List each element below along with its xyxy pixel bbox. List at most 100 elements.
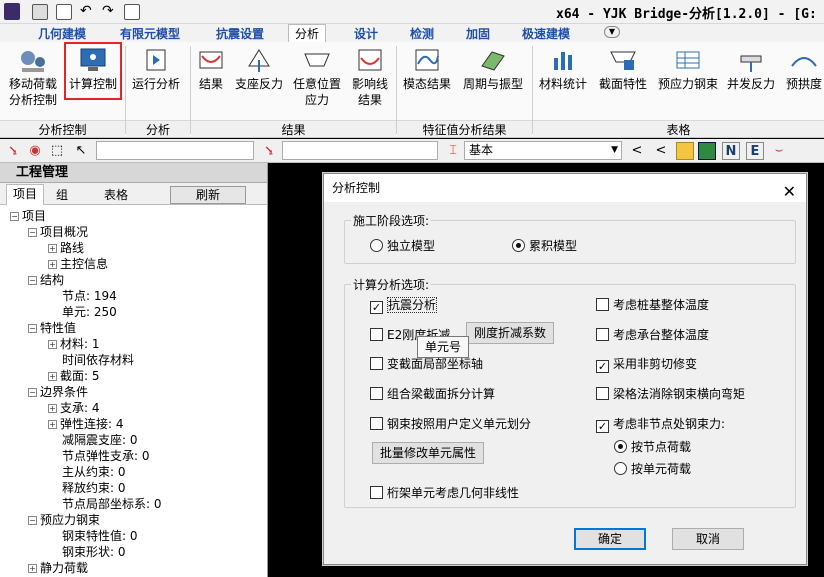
- tab-design[interactable]: 设计: [354, 25, 378, 42]
- node-number-icon[interactable]: N: [722, 142, 740, 160]
- collapse-icon[interactable]: −: [28, 388, 37, 397]
- close-icon[interactable]: ✕: [783, 178, 796, 206]
- tab-fem-model[interactable]: 有限元模型: [120, 25, 180, 42]
- tree-item[interactable]: − 边界条件: [28, 384, 88, 400]
- expand-icon[interactable]: +: [48, 244, 57, 253]
- variable-section-axis-checkbox[interactable]: 变截面局部坐标轴: [370, 356, 483, 372]
- node-load-radio[interactable]: 按节点荷载: [614, 439, 691, 455]
- tree-item[interactable]: + 静力荷载: [28, 560, 88, 576]
- tab-geometry[interactable]: 几何建模: [38, 25, 86, 42]
- tree-item[interactable]: 节点局部坐标系: 0: [62, 496, 162, 512]
- tree-item[interactable]: + 弹性连接: 4: [48, 416, 124, 432]
- moving-load-control-button[interactable]: 移动荷载分析控制: [4, 44, 62, 114]
- node-select-icon[interactable]: ⭸: [4, 142, 22, 160]
- tab-quick-model[interactable]: 极速建模: [522, 25, 570, 42]
- tree-item[interactable]: 释放约束: 0: [62, 480, 126, 496]
- period-mode-button[interactable]: 周期与振型: [460, 44, 526, 114]
- element-load-radio[interactable]: 按单元荷载: [614, 461, 691, 477]
- tree-item[interactable]: − 预应力钢束: [28, 512, 100, 528]
- redo-icon[interactable]: ↷: [102, 4, 118, 20]
- snap-node-icon[interactable]: ⭸: [260, 142, 278, 160]
- non-shear-checkbox[interactable]: ✓ 采用非剪切修变: [596, 356, 697, 373]
- window-select-icon[interactable]: ⬚: [48, 142, 66, 160]
- truss-nonlinear-checkbox[interactable]: 桁架单元考虑几何非线性: [370, 485, 519, 501]
- close-doc-icon[interactable]: [124, 4, 140, 20]
- material-stats-button[interactable]: 材料统计: [536, 44, 590, 114]
- independent-model-radio[interactable]: 独立模型: [370, 238, 435, 254]
- tree-item[interactable]: 钢束特性值: 0: [62, 528, 138, 544]
- pointer-icon[interactable]: ↖: [72, 142, 90, 160]
- collapse-icon[interactable]: −: [28, 516, 37, 525]
- tab-table[interactable]: 表格: [104, 186, 128, 203]
- tree-item[interactable]: + 截面: 5: [48, 368, 100, 384]
- deform-icon[interactable]: ⌣: [770, 142, 788, 160]
- tree-item[interactable]: + 支承: 4: [48, 400, 100, 416]
- nav-prev-2[interactable]: <: [652, 142, 670, 160]
- snap-input[interactable]: [282, 141, 438, 160]
- tree-item[interactable]: + 材料: 1: [48, 336, 100, 352]
- save-icon[interactable]: [32, 4, 48, 20]
- cap-temperature-checkbox[interactable]: 考虑承台整体温度: [596, 327, 709, 343]
- tab-reinforce[interactable]: 加固: [466, 25, 490, 42]
- collapse-icon[interactable]: −: [28, 276, 37, 285]
- collapse-icon[interactable]: −: [10, 212, 19, 221]
- tree-item[interactable]: + 主控信息: [48, 256, 108, 272]
- element-number-icon[interactable]: E: [746, 142, 764, 160]
- arbitrary-stress-button[interactable]: 任意位置应力: [290, 44, 344, 114]
- section-property-button[interactable]: 截面特性: [594, 44, 652, 114]
- tab-seismic[interactable]: 抗震设置: [216, 25, 264, 42]
- run-analysis-button[interactable]: 运行分析: [128, 44, 184, 114]
- results-button[interactable]: 结果: [194, 44, 228, 114]
- expand-icon[interactable]: +: [48, 372, 57, 381]
- tree-item[interactable]: 节点弹性支承: 0: [62, 448, 150, 464]
- cumulative-model-radio[interactable]: 累积模型: [512, 238, 577, 254]
- element-select-icon[interactable]: ◉: [26, 142, 44, 160]
- tree-item[interactable]: 主从约束: 0: [62, 464, 126, 480]
- concurrent-reaction-button[interactable]: 并发反力: [724, 44, 778, 114]
- dropdown-arrow-icon[interactable]: ▼: [604, 26, 620, 38]
- influence-line-button[interactable]: 影响线结果: [348, 44, 392, 114]
- prestress-tendon-button[interactable]: 预应力钢束: [656, 44, 720, 114]
- expand-icon[interactable]: +: [48, 260, 57, 269]
- tree-item[interactable]: − 项目: [10, 208, 46, 224]
- support-reaction-button[interactable]: 支座反力: [232, 44, 286, 114]
- tree-item[interactable]: 时间依存材料: [62, 352, 134, 368]
- expand-icon[interactable]: +: [28, 564, 37, 573]
- grillage-moment-checkbox[interactable]: 梁格法消除钢束横向弯矩: [596, 386, 745, 402]
- ok-button[interactable]: 确定: [574, 528, 646, 550]
- tree-item[interactable]: − 特性值: [28, 320, 76, 336]
- expand-icon[interactable]: +: [48, 404, 57, 413]
- batch-modify-button[interactable]: 批量修改单元属性: [372, 442, 484, 464]
- non-node-tendon-checkbox[interactable]: ✓ 考虑非节点处钢束力:: [596, 416, 725, 433]
- stiffness-reduction-button[interactable]: 刚度折减系数: [466, 322, 554, 344]
- tree-item[interactable]: − 结构: [28, 272, 64, 288]
- seismic-analysis-checkbox[interactable]: ✓ 抗震分析: [370, 297, 438, 314]
- pile-temperature-checkbox[interactable]: 考虑桩基整体温度: [596, 297, 709, 313]
- tab-group[interactable]: 组: [56, 186, 68, 203]
- collapse-icon[interactable]: −: [28, 324, 37, 333]
- save-as-icon[interactable]: [56, 4, 72, 20]
- refresh-button[interactable]: 刷新: [170, 186, 246, 204]
- expand-icon[interactable]: +: [48, 420, 57, 429]
- display-icon[interactable]: [698, 142, 716, 160]
- camber-button[interactable]: 预拱度: [782, 44, 824, 114]
- tree-item[interactable]: 减隔震支座: 0: [62, 432, 138, 448]
- modal-results-button[interactable]: 模态结果: [400, 44, 454, 114]
- tree-item[interactable]: 单元: 250: [62, 304, 117, 320]
- tendon-user-division-checkbox[interactable]: 钢束按照用户定义单元划分: [370, 416, 531, 432]
- tab-analysis[interactable]: 分析: [288, 24, 327, 42]
- calc-control-button[interactable]: 计算控制: [64, 42, 122, 100]
- load-case-combo[interactable]: 基本 ▼: [464, 141, 622, 160]
- composite-section-checkbox[interactable]: 组合梁截面拆分计算: [370, 386, 495, 402]
- expand-icon[interactable]: +: [48, 340, 57, 349]
- tree-item[interactable]: − 项目概况: [28, 224, 88, 240]
- cancel-button[interactable]: 取消: [672, 528, 744, 550]
- collapse-icon[interactable]: −: [28, 228, 37, 237]
- box-view-icon[interactable]: [676, 142, 694, 160]
- undo-icon[interactable]: ↶: [80, 4, 96, 20]
- tree-item[interactable]: 钢束形状: 0: [62, 544, 126, 560]
- tab-project[interactable]: 项目: [6, 184, 45, 205]
- tab-inspection[interactable]: 检测: [410, 25, 434, 42]
- tree-item[interactable]: 节点: 194: [62, 288, 117, 304]
- tree-item[interactable]: + 路线: [48, 240, 84, 256]
